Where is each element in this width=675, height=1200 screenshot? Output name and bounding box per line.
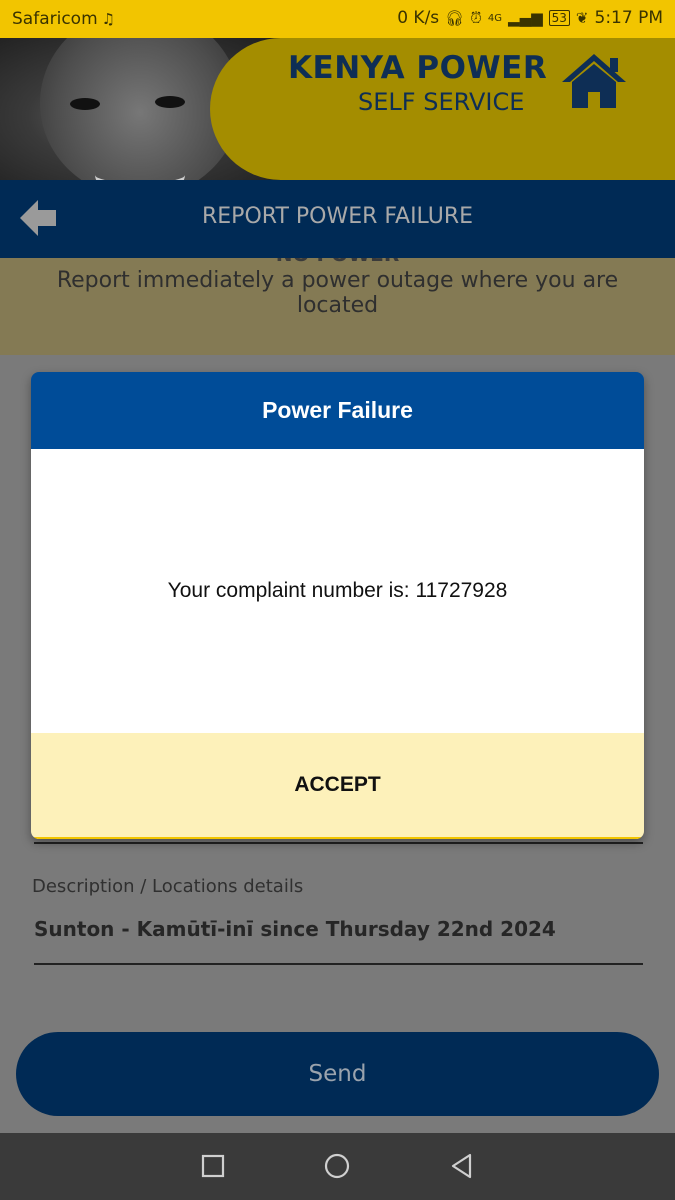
- field-underline: [34, 842, 643, 844]
- accept-button[interactable]: ACCEPT: [31, 733, 644, 839]
- square-icon[interactable]: [199, 1152, 227, 1180]
- dialog-title: Power Failure: [31, 372, 644, 449]
- triangle-back-icon[interactable]: [448, 1152, 476, 1180]
- status-bar: Safaricom ♫ 0 K/s 🎧︎ ⏰︎ 4G ▂▄▆ 53 ❦ 5:17…: [0, 0, 675, 38]
- home-icon[interactable]: [560, 52, 628, 110]
- send-button[interactable]: Send: [16, 1032, 659, 1116]
- music-note-icon: ♫: [101, 10, 116, 28]
- circle-icon[interactable]: [323, 1152, 351, 1180]
- page-title-overlay: REPORT POWER FAILURE: [201, 204, 474, 229]
- brand-subtitle: SELF SERVICE: [358, 88, 525, 116]
- leaf-icon: ❦: [575, 9, 589, 27]
- network-type: 4G: [487, 12, 503, 24]
- power-failure-dialog: Power Failure Your complaint number is: …: [31, 372, 644, 839]
- battery-indicator: 53: [548, 10, 570, 26]
- carrier-label: Safaricom: [12, 9, 98, 29]
- signal-icon: ▂▄▆: [508, 9, 543, 27]
- description-input[interactable]: Sunton - Kamūtī-inī since Thursday 22nd …: [34, 917, 556, 941]
- network-speed: 0 K/s: [397, 8, 440, 28]
- alarm-icon: ⏰︎: [470, 9, 482, 27]
- dialog-message: Your complaint number is: 11727928: [31, 449, 644, 733]
- brand-title: KENYA POWER: [288, 50, 548, 86]
- headset-icon: 🎧︎: [445, 9, 465, 27]
- arrow-left-icon[interactable]: [16, 196, 60, 240]
- clock: 5:17 PM: [594, 8, 664, 28]
- description-underline: [34, 963, 643, 965]
- description-label: Description / Locations details: [32, 876, 304, 897]
- info-description: Report immediately a power outage where …: [56, 268, 619, 318]
